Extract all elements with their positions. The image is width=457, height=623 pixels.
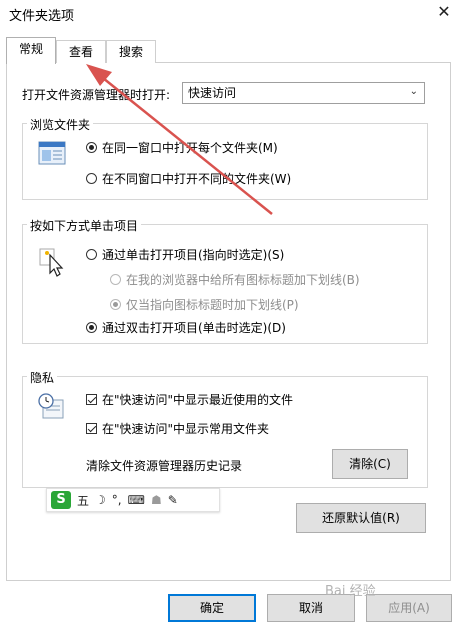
annotation-arrow-icon [86, 64, 273, 215]
tab-general[interactable]: 常规 [6, 37, 56, 64]
